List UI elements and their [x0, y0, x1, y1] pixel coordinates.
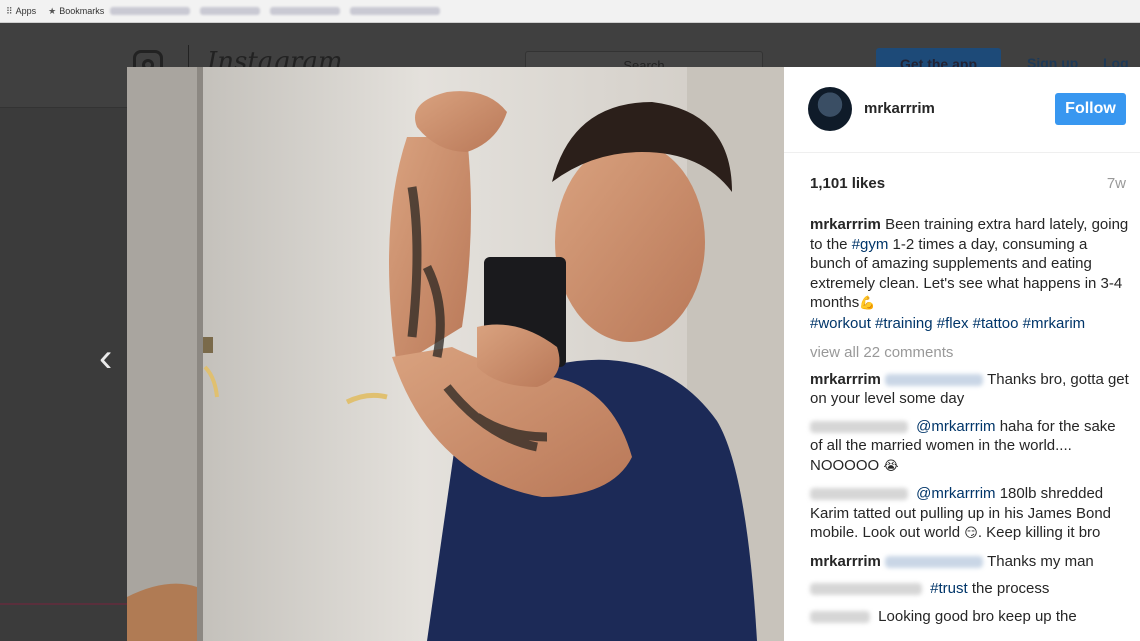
likes-count[interactable]: 1,101 likes	[810, 175, 885, 192]
bookmarks-label: Bookmarks	[59, 6, 105, 16]
blurred-bookmark[interactable]	[350, 7, 441, 15]
comment-text: Thanks my man	[987, 552, 1094, 570]
avatar[interactable]	[808, 87, 852, 131]
hashtag-gym[interactable]: #gym	[852, 236, 889, 253]
apps-shortcut[interactable]: ⠿ Apps	[6, 6, 36, 17]
apps-label: Apps	[15, 6, 37, 16]
comment-username[interactable]: mrkarrrim	[810, 371, 881, 388]
redacted-username	[810, 610, 870, 623]
flexed-biceps-emoji: 💪	[859, 296, 876, 311]
chevron-left-icon[interactable]: ‹	[99, 338, 121, 378]
post-photo[interactable]	[127, 67, 784, 641]
post-photo-illustration	[127, 67, 784, 641]
comment-item: @mrkarrrim haha for the sake of all the …	[810, 417, 1130, 477]
comment-username[interactable]: mrkarrrim	[810, 553, 881, 570]
comment-item: @mrkarrrim 180lb shredded Karim tatted o…	[810, 484, 1130, 544]
hashtag-workout[interactable]: #workout	[810, 315, 871, 332]
star-icon: ★	[48, 5, 57, 16]
post-caption: mrkarrrim Been training extra hard latel…	[810, 215, 1130, 333]
bookmarks-shortcut[interactable]: ★ Bookmarks	[48, 6, 104, 17]
redacted-mention	[885, 555, 984, 568]
post-username[interactable]: mrkarrrim	[864, 100, 935, 117]
follow-button[interactable]: Follow	[1055, 93, 1126, 125]
hashtag-flex[interactable]: #flex	[937, 315, 969, 332]
smirking-face-emoji: 😏	[964, 526, 978, 541]
blurred-bookmark[interactable]	[270, 7, 341, 15]
comment-item: Looking good bro keep up the	[810, 607, 1130, 627]
redacted-username	[810, 488, 908, 501]
comment-mention[interactable]: @mrkarrrim	[916, 418, 995, 435]
hashtag-tattoo[interactable]: #tattoo	[973, 315, 1019, 332]
blurred-bookmark[interactable]	[200, 7, 261, 15]
post-sidebar: mrkarrrim Follow 1,101 likes 7w mrkarrri…	[784, 67, 1140, 641]
apps-grid-icon: ⠿	[6, 5, 13, 16]
comment-item: mrkarrrim Thanks bro, gotta get on your …	[810, 370, 1130, 409]
comments-list: mrkarrrim Been training extra hard latel…	[810, 215, 1130, 634]
hashtag-mrkarim[interactable]: #mrkarim	[1023, 315, 1086, 332]
comment-mention[interactable]: @mrkarrrim	[916, 485, 995, 502]
redacted-mention	[885, 373, 984, 386]
hashtag-training[interactable]: #training	[875, 315, 933, 332]
view-all-comments-link[interactable]: view all 22 comments	[810, 343, 1130, 363]
blurred-bookmark[interactable]	[110, 7, 191, 15]
hashtag-trust[interactable]: #trust	[930, 580, 968, 597]
comment-text: the process	[967, 580, 1050, 597]
comment-item: #trust the process	[810, 579, 1130, 599]
comment-item: mrkarrrim Thanks my man	[810, 552, 1130, 572]
crying-face-emoji: 😭	[883, 458, 899, 474]
post-modal: mrkarrrim Follow 1,101 likes 7w mrkarrri…	[127, 67, 1140, 641]
post-header: mrkarrrim Follow	[784, 67, 1140, 153]
comment-text-end: . Keep killing it bro	[977, 524, 1101, 541]
redacted-username	[810, 420, 908, 433]
post-age[interactable]: 7w	[1107, 175, 1126, 192]
bookmarks-bar: ⠿ Apps ★ Bookmarks	[0, 0, 1140, 23]
redacted-username	[810, 583, 922, 596]
caption-username[interactable]: mrkarrrim	[810, 216, 881, 233]
comment-text: Looking good bro keep up the	[878, 607, 1077, 625]
background-accent-line	[0, 603, 127, 605]
